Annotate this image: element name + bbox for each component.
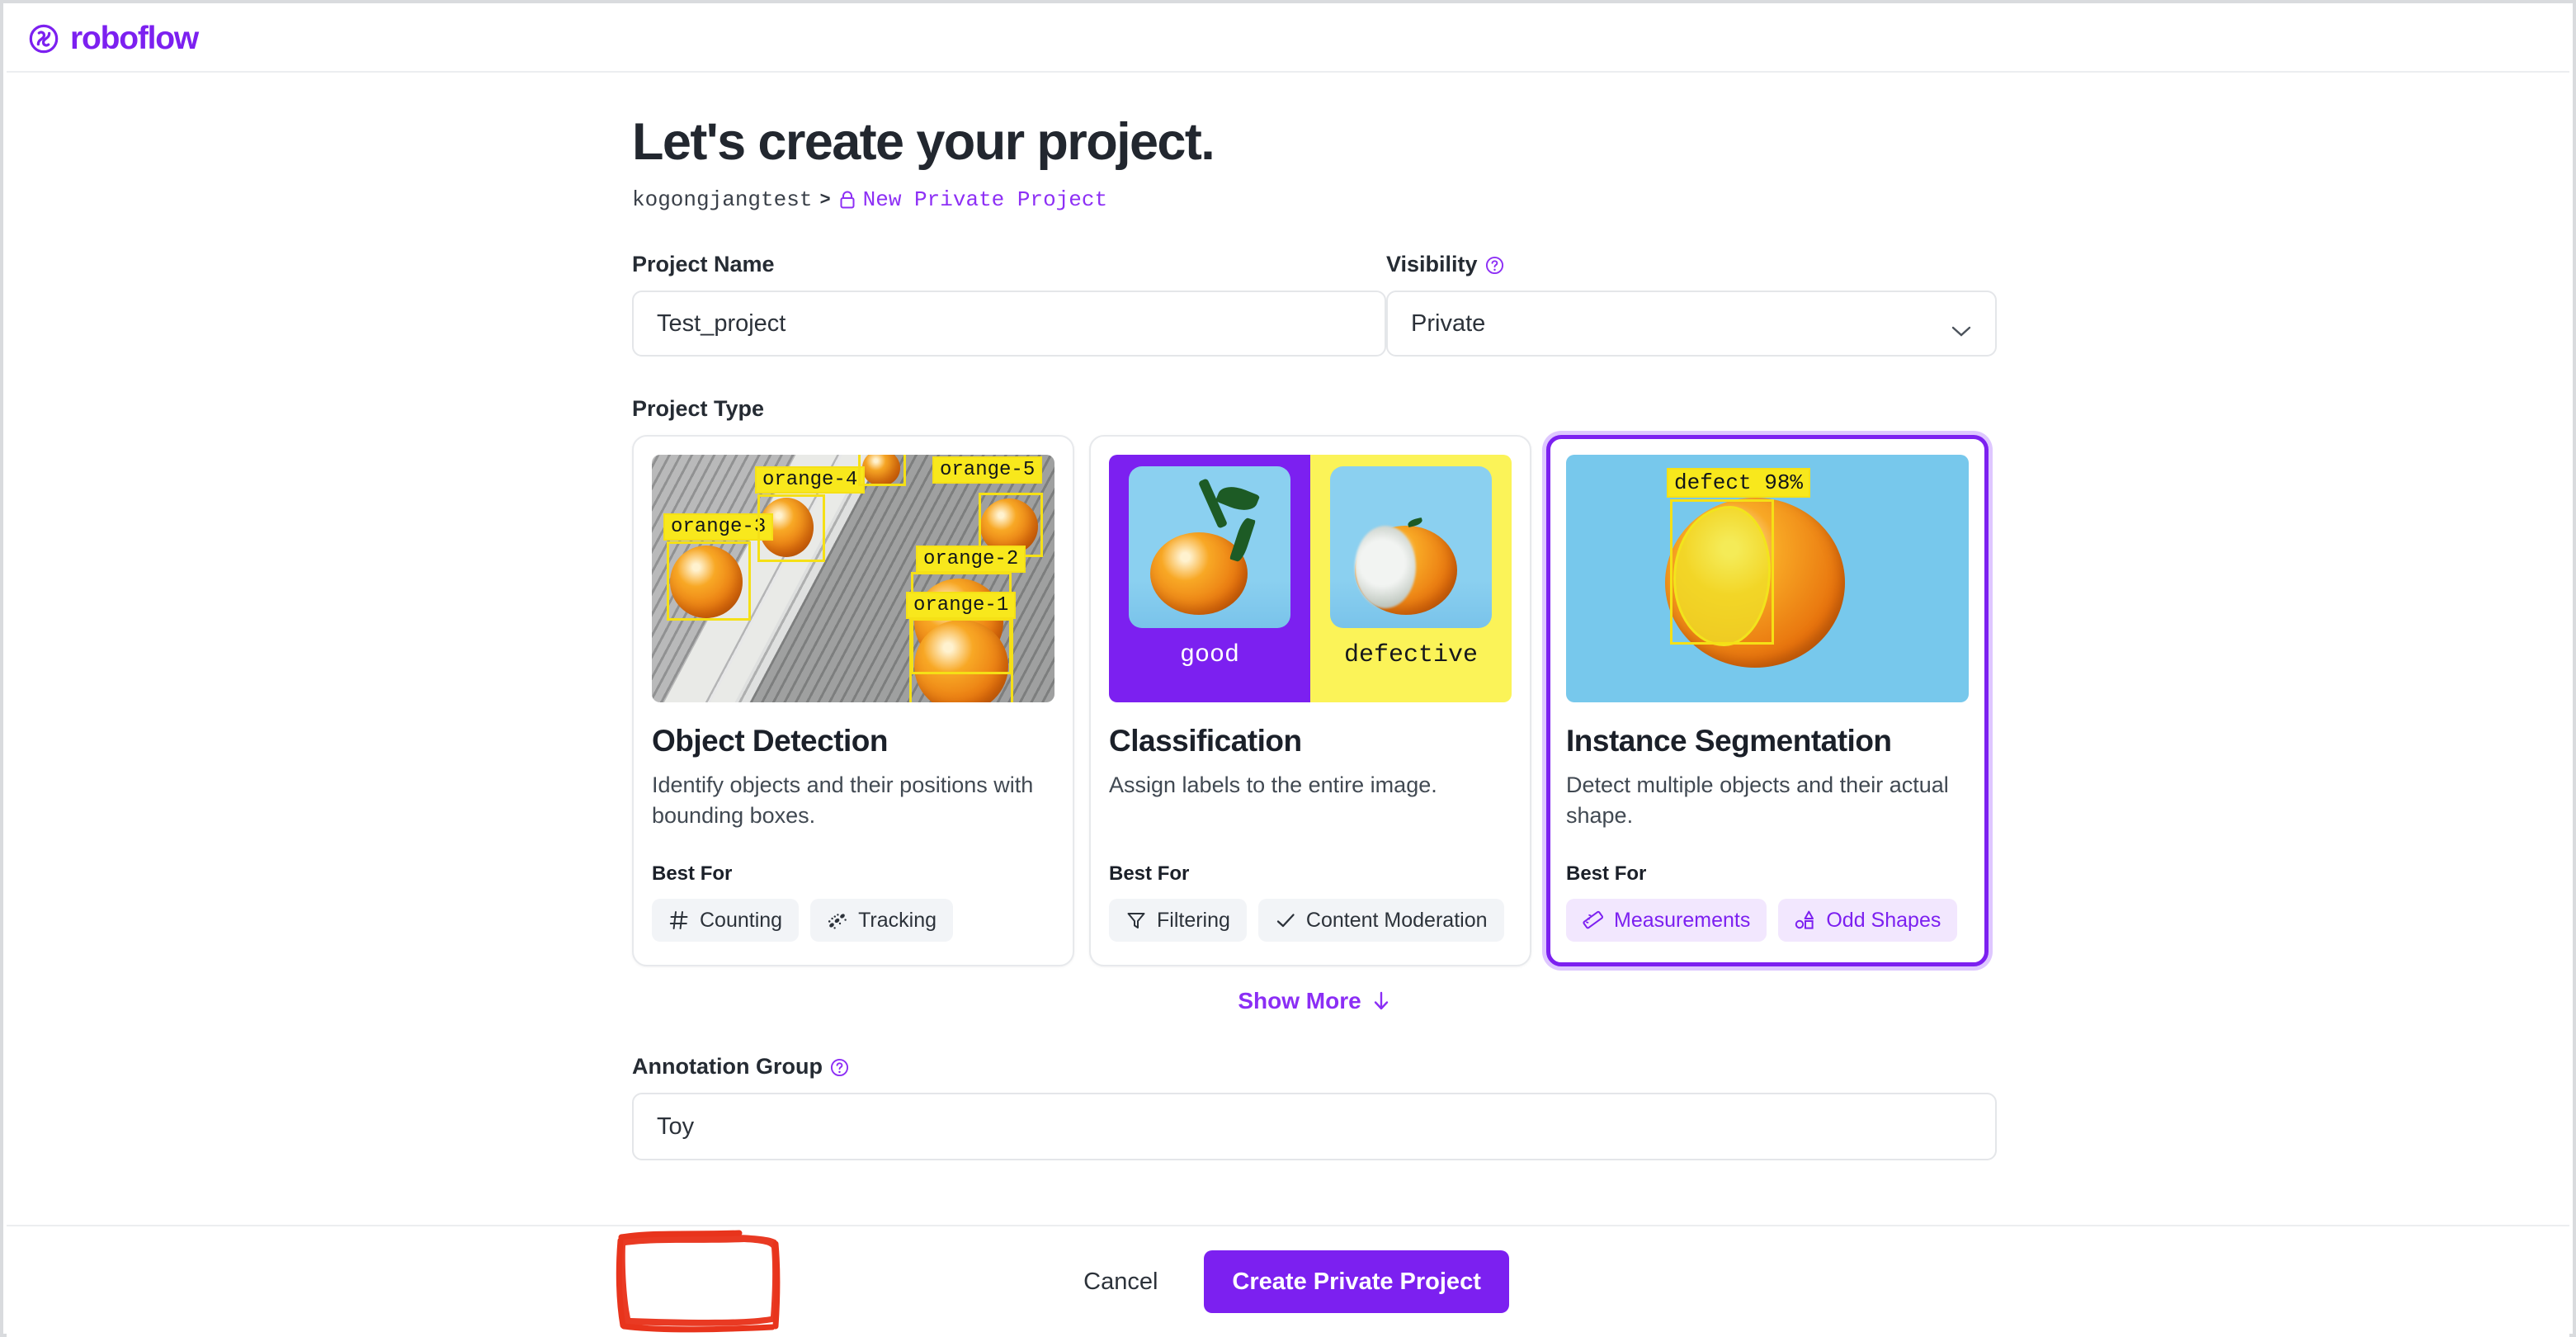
- card-title: Object Detection: [652, 724, 889, 758]
- lock-icon: [838, 190, 856, 210]
- breadcrumb-workspace[interactable]: kogongjangtest: [632, 187, 812, 212]
- class-caption: defective: [1343, 641, 1479, 670]
- tag-label: Counting: [700, 908, 783, 932]
- tag-content-moderation[interactable]: Content Moderation: [1257, 899, 1504, 943]
- class-caption: good: [1179, 641, 1239, 670]
- tag-filtering[interactable]: Filtering: [1109, 899, 1247, 943]
- segmentation-mask-label: defect 98%: [1667, 468, 1811, 498]
- bbox-label: orange-4: [755, 466, 866, 494]
- tag-label: Content Moderation: [1305, 908, 1488, 932]
- card-tags: Filtering Content Moderation: [1109, 899, 1512, 943]
- visibility-select[interactable]: Private: [1386, 291, 1997, 357]
- tag-odd-shapes[interactable]: Odd Shapes: [1778, 899, 1958, 943]
- brand-wordmark: roboflow: [70, 21, 199, 56]
- project-type-card-instance-segmentation[interactable]: defect 98% Instance Segmentation Detect …: [1546, 435, 1989, 967]
- ruler-icon: [1583, 909, 1604, 931]
- tag-label: Odd Shapes: [1826, 908, 1941, 932]
- tag-tracking[interactable]: Tracking: [810, 899, 954, 943]
- annotation-group-label-text: Annotation Group: [632, 1054, 823, 1080]
- cancel-button[interactable]: Cancel: [1067, 1255, 1174, 1309]
- project-type-label: Project Type: [632, 396, 765, 422]
- best-for-label: Best For: [1109, 862, 1190, 886]
- question-circle-icon[interactable]: [830, 1057, 849, 1077]
- annotation-group-label: Annotation Group: [632, 1054, 1997, 1080]
- create-private-project-button[interactable]: Create Private Project: [1204, 1250, 1509, 1313]
- project-type-card-classification[interactable]: good defective Classification Assign lab…: [1089, 435, 1531, 967]
- shapes-icon: [1795, 909, 1816, 931]
- project-type-cards: orange-3 orange-4 orange-5 orange-2 oran…: [632, 435, 1997, 967]
- visibility-label: Visibility: [1386, 252, 1997, 277]
- best-for-label: Best For: [652, 862, 733, 886]
- card-tags: Measurements Odd Shapes: [1566, 899, 1969, 943]
- check-icon: [1275, 909, 1296, 931]
- chevron-down-icon: [1951, 317, 1972, 337]
- show-more-button[interactable]: Show More: [632, 988, 1997, 1014]
- roboflow-spiral-icon: [28, 23, 59, 54]
- class-panel-defective: defective: [1310, 455, 1512, 703]
- visibility-selected-value: Private: [1411, 309, 1486, 337]
- project-type-card-object-detection[interactable]: orange-3 orange-4 orange-5 orange-2 oran…: [632, 435, 1074, 967]
- project-name-field: Project Name Test_project: [632, 252, 1386, 357]
- project-name-input[interactable]: Test_project: [632, 291, 1386, 357]
- visibility-field: Visibility Private: [1386, 252, 1997, 357]
- annotation-group-input[interactable]: Toy: [632, 1093, 1997, 1161]
- card-description: Assign labels to the entire image.: [1109, 772, 1437, 798]
- roboflow-logo[interactable]: roboflow: [28, 21, 199, 57]
- browser-page: roboflow Let's create your project. kogo…: [0, 0, 2576, 1337]
- breadcrumb-separator: >: [819, 189, 831, 210]
- question-circle-icon[interactable]: [1485, 255, 1504, 275]
- visibility-label-text: Visibility: [1386, 252, 1478, 277]
- card-title: Instance Segmentation: [1566, 724, 1892, 758]
- classification-preview: good defective: [1109, 455, 1512, 703]
- tag-label: Measurements: [1614, 908, 1751, 932]
- top-navbar: roboflow: [7, 7, 2569, 73]
- hash-icon: [668, 909, 690, 931]
- card-description: Detect multiple objects and their actual…: [1566, 772, 1949, 828]
- breadcrumb-current: New Private Project: [838, 187, 1107, 212]
- bbox-label: orange-5: [932, 456, 1043, 484]
- tracking-trail-icon: [827, 909, 848, 931]
- card-description: Identify objects and their positions wit…: [652, 772, 1034, 828]
- form-row-top: Project Name Test_project Visibility Pri…: [632, 252, 1997, 357]
- breadcrumb: kogongjangtest > New Private Project: [632, 187, 1997, 212]
- footer-actions: Cancel Create Private Project: [7, 1225, 2569, 1337]
- card-title: Classification: [1109, 724, 1302, 758]
- instance-segmentation-preview: defect 98%: [1566, 455, 1969, 703]
- card-tags: Counting Tracking: [652, 899, 1054, 943]
- show-more-label: Show More: [1238, 988, 1361, 1014]
- main-content: Let's create your project. kogongjangtes…: [7, 74, 2569, 1225]
- tag-label: Tracking: [858, 908, 937, 932]
- bbox-label: orange-2: [916, 546, 1026, 574]
- project-name-label: Project Name: [632, 252, 775, 277]
- arrow-down-icon: [1371, 990, 1391, 1012]
- funnel-icon: [1125, 909, 1147, 931]
- best-for-label: Best For: [1566, 862, 1647, 886]
- page-title: Let's create your project.: [632, 113, 1215, 171]
- breadcrumb-current-label: New Private Project: [862, 187, 1108, 213]
- tag-label: Filtering: [1157, 908, 1230, 932]
- class-panel-good: good: [1109, 455, 1310, 703]
- tag-counting[interactable]: Counting: [652, 899, 800, 943]
- bbox-label: orange-1: [906, 592, 1017, 620]
- tag-measurements[interactable]: Measurements: [1566, 899, 1767, 943]
- object-detection-preview: orange-3 orange-4 orange-5 orange-2 oran…: [652, 455, 1054, 703]
